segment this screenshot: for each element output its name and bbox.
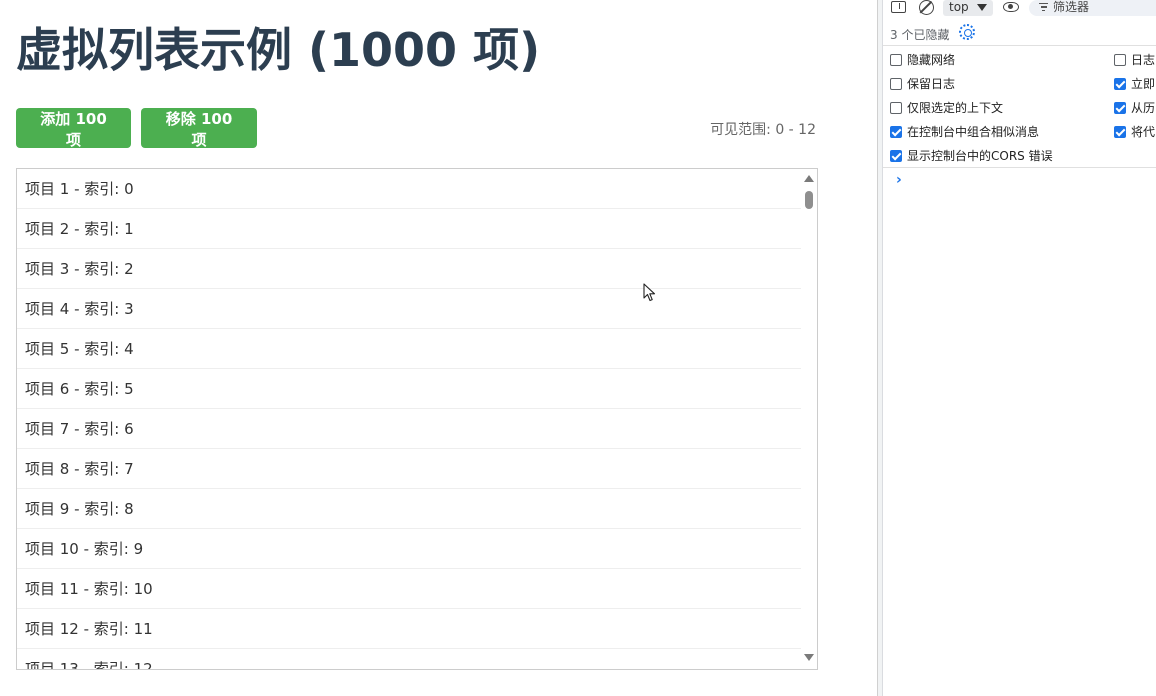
page-title: 虚拟列表示例 (1000 项) (16, 23, 541, 77)
checkbox-checked[interactable] (1114, 78, 1126, 90)
hidden-messages-row: 3 个已隐藏 (883, 20, 1156, 46)
filter-icon (1039, 3, 1048, 12)
list-item: 项目 3 - 索引: 2 (17, 249, 802, 289)
app-page: 虚拟列表示例 (1000 项) 添加 100 项 移除 100 项 可见范围: … (0, 0, 877, 696)
console-setting-label: 在控制台中组合相似消息 (907, 125, 1040, 139)
checkbox-unchecked[interactable] (890, 78, 902, 90)
remove-items-button[interactable]: 移除 100 项 (141, 108, 257, 149)
scroll-up-arrow-icon[interactable] (804, 175, 814, 182)
checkbox-unchecked[interactable] (1114, 54, 1126, 66)
console-setting-label: 立即 (1131, 77, 1156, 91)
live-expression-eye-icon[interactable] (1003, 2, 1019, 12)
add-items-button[interactable]: 添加 100 项 (16, 108, 131, 149)
list-item: 项目 9 - 索引: 8 (17, 489, 802, 529)
checkbox-checked[interactable] (890, 126, 902, 138)
console-filter-input[interactable]: 筛选器 (1029, 0, 1156, 16)
mouse-cursor-icon (643, 283, 656, 302)
checkbox-checked[interactable] (1114, 126, 1126, 138)
caret-down-icon (977, 4, 987, 11)
console-setting-label: 显示控制台中的CORS 错误 (907, 149, 1053, 163)
list-item: 项目 6 - 索引: 5 (17, 369, 802, 409)
context-selector-label: top (949, 0, 969, 14)
devtools-console-panel: top 筛选器 3 个已隐藏 隐藏网络保留日志仅限选定的上下文在控制台中组合相似… (877, 0, 1156, 696)
clear-console-icon[interactable] (919, 0, 934, 15)
virtual-list-content: 项目 1 - 索引: 0 项目 2 - 索引: 1 项目 3 - 索引: 2 项目 4… (17, 169, 802, 669)
show-sidebar-icon[interactable] (891, 1, 906, 13)
console-setting-label: 将代 (1131, 125, 1156, 139)
visible-range-label: 可见范围: 0 - 12 (710, 122, 816, 138)
checkbox-unchecked[interactable] (890, 102, 902, 114)
list-item: 项目 12 - 索引: 11 (17, 609, 802, 649)
list-item: 项目 5 - 索引: 4 (17, 329, 802, 369)
console-setting-label: 隐藏网络 (907, 53, 956, 67)
console-toolbar: top 筛选器 (883, 0, 1156, 17)
hidden-count-label: 3 个已隐藏 (890, 28, 950, 42)
checkbox-checked[interactable] (890, 150, 902, 162)
list-item: 项目 8 - 索引: 7 (17, 449, 802, 489)
console-setting-label: 日志 (1131, 53, 1156, 67)
console-prompt-chevron-icon[interactable]: › (896, 172, 902, 188)
filter-placeholder: 筛选器 (1053, 0, 1090, 14)
virtual-list[interactable]: 项目 1 - 索引: 0 项目 2 - 索引: 1 项目 3 - 索引: 2 项目 4… (16, 168, 818, 670)
console-setting-label: 从历 (1131, 101, 1156, 115)
list-item: 项目 4 - 索引: 3 (17, 289, 802, 329)
scroll-down-arrow-icon[interactable] (804, 654, 814, 661)
scroll-thumb[interactable] (805, 191, 813, 209)
checkbox-checked[interactable] (1114, 102, 1126, 114)
console-setting-label: 保留日志 (907, 77, 956, 91)
list-item: 项目 13 - 索引: 12 (17, 649, 802, 669)
console-settings-gear-icon[interactable] (959, 24, 975, 40)
list-item: 项目 1 - 索引: 0 (17, 169, 802, 209)
list-item: 项目 2 - 索引: 1 (17, 209, 802, 249)
console-setting-label: 仅限选定的上下文 (907, 101, 1004, 115)
list-scrollbar[interactable] (801, 169, 817, 669)
console-settings-pane: 隐藏网络保留日志仅限选定的上下文在控制台中组合相似消息 显示控制台中的CORS 错… (883, 47, 1156, 168)
checkbox-unchecked[interactable] (890, 54, 902, 66)
context-selector[interactable]: top (943, 0, 993, 16)
list-item: 项目 11 - 索引: 10 (17, 569, 802, 609)
list-item: 项目 7 - 索引: 6 (17, 409, 802, 449)
list-item: 项目 10 - 索引: 9 (17, 529, 802, 569)
